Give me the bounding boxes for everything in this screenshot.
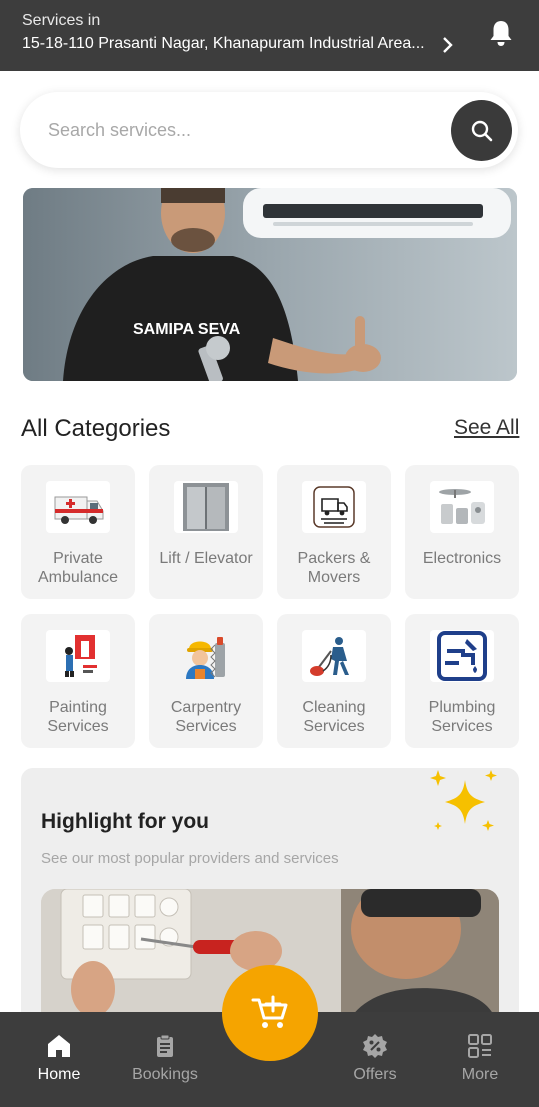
category-carpentry-services[interactable]: Carpentry Services — [149, 614, 263, 748]
category-label: Private Ambulance — [37, 550, 119, 586]
add-to-cart-icon — [251, 995, 288, 1028]
category-lift-elevator[interactable]: Lift / Elevator — [149, 465, 263, 599]
nav-more[interactable]: More — [435, 1012, 525, 1107]
nav-offers[interactable]: Offers — [330, 1012, 420, 1107]
banner-shirt-text: SAMIPA SEVA — [133, 321, 241, 338]
category-painting-services[interactable]: Painting Services — [21, 614, 135, 748]
elevator-icon — [174, 481, 238, 533]
search-input[interactable] — [48, 114, 438, 146]
nav-more-label: More — [461, 1066, 499, 1083]
categories-title: All Categories — [21, 415, 171, 442]
ambulance-icon — [46, 481, 110, 533]
nav-home[interactable]: Home — [14, 1012, 104, 1107]
cleaning-icon — [302, 630, 366, 682]
category-private-ambulance[interactable]: Private Ambulance — [21, 465, 135, 599]
sparkle-icon — [430, 770, 497, 831]
nav-home-label: Home — [37, 1066, 81, 1083]
services-in-label: Services in — [22, 12, 101, 29]
nav-bookings-label: Bookings — [132, 1066, 198, 1083]
nav-offers-label: Offers — [353, 1066, 397, 1083]
see-all-link[interactable]: See All — [454, 416, 519, 440]
home-icon — [48, 1035, 70, 1057]
nav-bookings[interactable]: Bookings — [120, 1012, 210, 1107]
app-screen: Services in 15-18-110 Prasanti Nagar, Kh… — [0, 0, 539, 1107]
category-cleaning-services[interactable]: Cleaning Services — [277, 614, 391, 748]
search-bar[interactable] — [20, 92, 518, 168]
clipboard-icon — [157, 1034, 173, 1057]
carpentry-icon — [174, 630, 238, 682]
highlight-subtitle: See our most popular providers and servi… — [41, 850, 339, 867]
search-button[interactable] — [451, 100, 512, 161]
electronics-icon — [430, 481, 494, 533]
service-address[interactable]: 15-18-110 Prasanti Nagar, Khanapuram Ind… — [22, 35, 432, 53]
painting-icon — [46, 630, 110, 682]
cart-button[interactable] — [222, 965, 318, 1061]
category-label: Electronics — [422, 550, 502, 567]
discount-badge-icon — [363, 1034, 387, 1058]
bell-icon[interactable] — [486, 18, 516, 48]
category-label: Painting Services — [47, 699, 109, 735]
category-label: Plumbing Services — [428, 699, 496, 735]
category-packers-movers[interactable]: Packers & Movers — [277, 465, 391, 599]
chevron-right-icon[interactable] — [440, 35, 456, 55]
promo-banner[interactable]: SAMIPA SEVA — [23, 188, 517, 381]
highlight-title: Highlight for you — [41, 810, 209, 833]
banner-illustration: SAMIPA SEVA — [23, 188, 517, 381]
category-label: Lift / Elevator — [159, 550, 253, 567]
category-plumbing-services[interactable]: Plumbing Services — [405, 614, 519, 748]
grid-menu-icon — [468, 1034, 492, 1058]
packers-movers-icon — [302, 481, 366, 533]
category-label: Carpentry Services — [170, 699, 242, 735]
category-label: Cleaning Services — [302, 699, 366, 735]
category-electronics[interactable]: Electronics — [405, 465, 519, 599]
plumbing-icon — [430, 630, 494, 682]
category-label: Packers & Movers — [297, 550, 371, 586]
search-icon — [471, 120, 492, 141]
location-header[interactable]: Services in 15-18-110 Prasanti Nagar, Kh… — [0, 0, 539, 71]
